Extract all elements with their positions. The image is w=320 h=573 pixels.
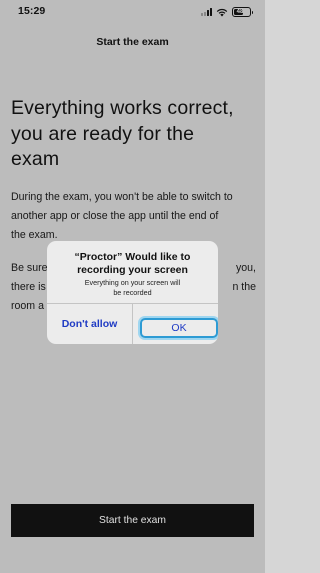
alert-title-line: recording your screen bbox=[77, 263, 188, 276]
dont-allow-button[interactable]: Don't allow bbox=[47, 304, 132, 344]
screen-recording-alert: “Proctor” Would like to recording your s… bbox=[47, 241, 218, 344]
alert-title: “Proctor” Would like to recording your s… bbox=[53, 251, 212, 276]
battery-level: 48 bbox=[236, 9, 244, 15]
alert-divider bbox=[132, 303, 133, 344]
alert-message-line: be recorded bbox=[113, 287, 152, 297]
alert-title-line: “Proctor” Would like to bbox=[74, 251, 191, 263]
ok-button[interactable]: OK bbox=[140, 318, 218, 338]
alert-message-line: Everything on your screen will bbox=[84, 278, 181, 287]
alert-message: Everything on your screen will be record… bbox=[59, 278, 206, 297]
